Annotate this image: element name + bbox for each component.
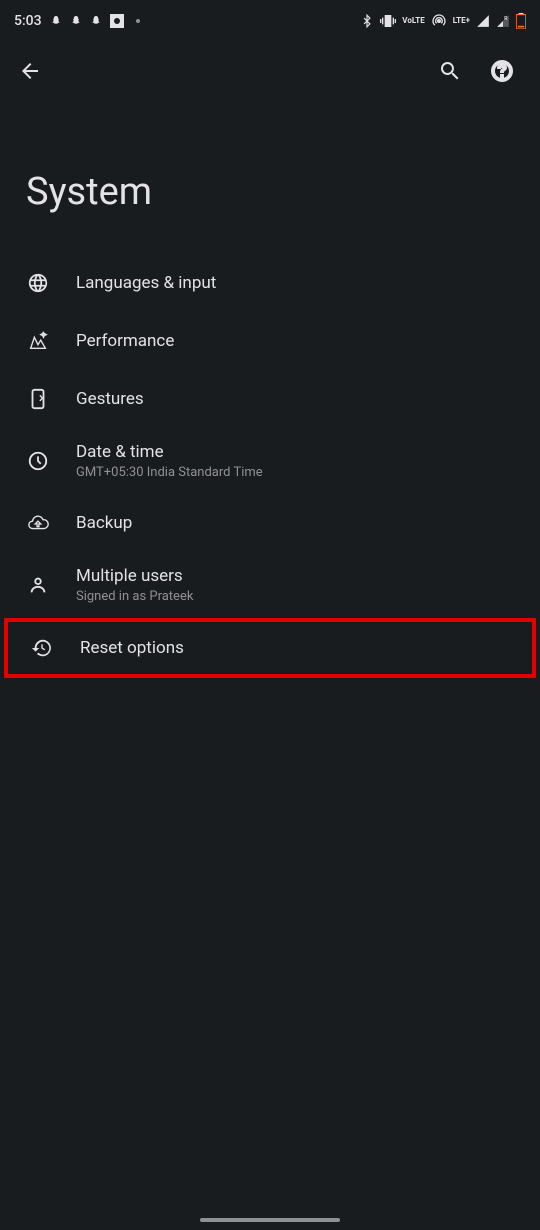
help-button[interactable] [482, 51, 522, 91]
cloud-upload-icon [27, 512, 49, 534]
setting-title: Languages & input [76, 273, 216, 293]
volte-icon: VoLTE [402, 17, 424, 25]
app-bar [0, 42, 540, 100]
setting-title: Date & time [76, 442, 263, 462]
person-icon [27, 574, 49, 596]
setting-reset-options[interactable]: Reset options [4, 618, 536, 678]
reset-icon [31, 637, 53, 659]
setting-languages-input[interactable]: Languages & input [0, 254, 540, 312]
setting-title: Reset options [80, 638, 184, 658]
bluetooth-icon [360, 14, 374, 28]
battery-low-icon [516, 13, 526, 29]
status-dot-icon [136, 19, 140, 23]
globe-icon [27, 272, 49, 294]
setting-title: Performance [76, 331, 174, 351]
performance-icon [27, 330, 49, 352]
status-time: 5:03 [14, 13, 42, 29]
search-button[interactable] [430, 51, 470, 91]
setting-backup[interactable]: Backup [0, 494, 540, 552]
hotspot-icon [431, 13, 447, 29]
help-icon [490, 59, 514, 83]
status-bar: 5:03 VoLTE LTE+ R [0, 0, 540, 42]
page-title: System [0, 100, 540, 254]
network-type: LTE+ [453, 17, 470, 25]
setting-title: Backup [76, 513, 132, 533]
navigation-bar[interactable] [200, 1218, 340, 1222]
search-icon [438, 59, 462, 83]
setting-multiple-users[interactable]: Multiple users Signed in as Prateek [0, 552, 540, 618]
snapchat-icon [50, 14, 62, 28]
settings-list: Languages & input Performance Gestures D… [0, 254, 540, 678]
signal-roaming-icon: R [496, 14, 510, 28]
setting-performance[interactable]: Performance [0, 312, 540, 370]
setting-subtitle: Signed in as Prateek [76, 589, 193, 604]
setting-date-time[interactable]: Date & time GMT+05:30 India Standard Tim… [0, 428, 540, 494]
setting-title: Gestures [76, 389, 144, 409]
snapchat-icon [90, 14, 102, 28]
back-button[interactable] [18, 59, 42, 83]
picture-in-picture-icon [110, 14, 124, 28]
gestures-icon [27, 388, 49, 410]
setting-subtitle: GMT+05:30 India Standard Time [76, 465, 263, 480]
signal-icon [476, 14, 490, 28]
arrow-back-icon [18, 59, 42, 83]
setting-gestures[interactable]: Gestures [0, 370, 540, 428]
vibrate-icon [380, 13, 396, 29]
snapchat-icon [70, 14, 82, 28]
clock-icon [27, 450, 49, 472]
setting-title: Multiple users [76, 566, 193, 586]
